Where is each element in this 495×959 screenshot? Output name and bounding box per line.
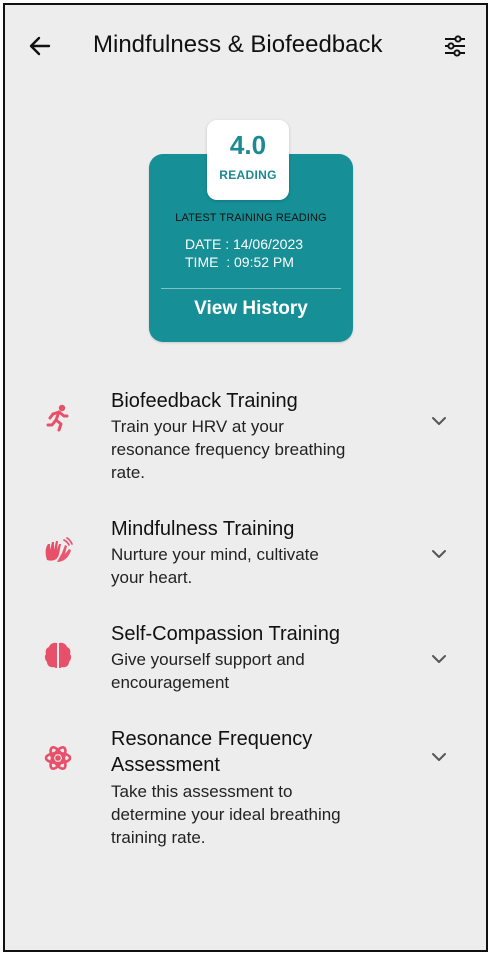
training-description-line: training rate. [111, 828, 206, 847]
reading-value: 4.0 [229, 130, 267, 160]
reading-label: READING [219, 168, 277, 182]
reading-score-box: 4.0 READING [207, 120, 289, 200]
waving-hands-icon [43, 535, 73, 565]
filter-button[interactable] [438, 29, 472, 63]
chevron-down-icon[interactable] [430, 748, 448, 766]
card-heading: LATEST TRAINING READING [175, 212, 327, 224]
running-person-icon [43, 403, 73, 433]
sliders-icon [445, 35, 465, 57]
training-title: Biofeedback Training [111, 390, 298, 412]
back-button[interactable] [23, 29, 57, 63]
page-title: Mindfulness & Biofeedback [93, 31, 383, 58]
chevron-down-icon[interactable] [430, 412, 448, 430]
card-divider [161, 288, 341, 289]
app-header: Mindfulness & Biofeedback [5, 19, 486, 69]
training-description-line: resonance frequency breathing [111, 440, 346, 459]
training-title: Assessment [111, 754, 220, 776]
latest-reading-card: 4.0 READING LATEST TRAINING READING DATE… [149, 120, 353, 342]
training-title: Mindfulness Training [111, 518, 295, 540]
chevron-down-icon[interactable] [430, 545, 448, 563]
training-title: Self-Compassion Training [111, 623, 340, 645]
training-description-line: Nurture your mind, cultivate [111, 545, 319, 564]
training-description-line: Train your HRV at your [111, 417, 284, 436]
chevron-down-icon[interactable] [430, 650, 448, 668]
reading-time: TIME : 09:52 PM [185, 254, 294, 270]
atom-icon [43, 743, 73, 773]
training-description-line: encouragement [111, 673, 230, 692]
view-history-button[interactable]: View History [149, 298, 353, 320]
training-description-line: rate. [111, 463, 146, 482]
training-description-line: your heart. [111, 568, 193, 587]
training-description-line: Take this assessment to [111, 782, 293, 801]
reading-date: DATE : 14/06/2023 [185, 236, 304, 252]
app-screen: Mindfulness & Biofeedback 4.0 READING LA… [3, 3, 488, 952]
back-arrow-icon [29, 36, 51, 56]
training-description-line: Give yourself support and [111, 650, 305, 669]
training-description-line: determine your ideal breathing [111, 805, 341, 824]
brain-icon [43, 640, 73, 670]
training-title: Resonance Frequency [111, 728, 313, 750]
